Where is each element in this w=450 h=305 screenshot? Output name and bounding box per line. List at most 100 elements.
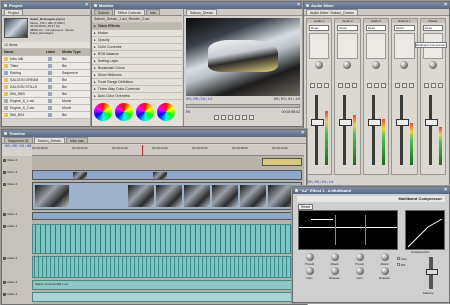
tab-source[interactable]: Source bbox=[94, 9, 114, 15]
project-item[interactable]: SALOON DREAM Bin bbox=[2, 77, 90, 84]
effect-row[interactable]: ▸ RGB Balance bbox=[92, 51, 182, 58]
track-header[interactable]: Audio 3 bbox=[3, 280, 31, 284]
band-knob[interactable] bbox=[305, 267, 314, 275]
band-knob[interactable] bbox=[355, 253, 364, 261]
disclosure-triangle-icon[interactable]: ▸ bbox=[94, 31, 96, 35]
effect-row[interactable]: ▸ Motion bbox=[92, 30, 182, 37]
record-button[interactable] bbox=[380, 83, 386, 88]
speaker-icon[interactable] bbox=[3, 224, 6, 228]
video-clip-v2[interactable] bbox=[32, 182, 302, 210]
zoom-select[interactable]: Fit bbox=[186, 110, 190, 114]
project-item[interactable]: Intro still Bin bbox=[2, 56, 90, 63]
band-knob[interactable] bbox=[330, 267, 339, 275]
close-icon[interactable]: × bbox=[444, 3, 447, 8]
solo-button[interactable] bbox=[430, 83, 436, 88]
video-clip-v1[interactable] bbox=[32, 212, 302, 220]
volume-fader-track[interactable] bbox=[400, 95, 404, 165]
column-name[interactable]: Name bbox=[4, 50, 44, 54]
send-select[interactable] bbox=[365, 33, 387, 59]
mute-button[interactable] bbox=[338, 83, 344, 88]
speaker-icon[interactable] bbox=[3, 256, 6, 260]
disclosure-triangle-icon[interactable]: ▸ bbox=[94, 87, 96, 91]
band-knob[interactable] bbox=[355, 267, 364, 275]
send-effect-label[interactable]: Multiband Compressor bbox=[414, 42, 447, 48]
eye-icon[interactable] bbox=[3, 182, 6, 186]
track-header[interactable]: Audio 4 bbox=[3, 292, 31, 296]
mute-button[interactable] bbox=[366, 83, 372, 88]
volume-fader-handle[interactable] bbox=[339, 119, 353, 126]
project-item[interactable]: Engine_6_2.avi Movie bbox=[2, 105, 90, 112]
safe-margins-button[interactable] bbox=[242, 115, 247, 120]
play-button[interactable] bbox=[221, 115, 226, 120]
ms-toggle[interactable]: MS bbox=[397, 263, 405, 267]
step-forward-button[interactable] bbox=[228, 115, 233, 120]
volume-fader-handle[interactable] bbox=[311, 119, 324, 126]
effect-row[interactable]: ▸ Color Corrector bbox=[92, 44, 182, 51]
project-item[interactable]: Racing Sequence bbox=[2, 70, 90, 77]
disclosure-triangle-icon[interactable]: ▸ bbox=[94, 59, 96, 63]
track-header[interactable]: Video 1 bbox=[3, 212, 31, 216]
speaker-icon[interactable] bbox=[3, 280, 6, 284]
project-item[interactable]: Titles Bin bbox=[2, 63, 90, 70]
pan-knob[interactable] bbox=[371, 61, 380, 69]
solo-button[interactable] bbox=[317, 83, 322, 88]
volume-fader-handle[interactable] bbox=[396, 119, 410, 126]
audio-clip-a2[interactable] bbox=[32, 256, 297, 278]
automation-mode-select[interactable]: Read bbox=[365, 25, 387, 31]
project-item[interactable]: SALOON STILLS Bin bbox=[2, 84, 90, 91]
band-knob[interactable] bbox=[380, 267, 389, 275]
automation-mode-select[interactable]: Read bbox=[309, 25, 330, 31]
mute-button[interactable] bbox=[310, 83, 315, 88]
audio-clip-a3[interactable]: Saloon Smooth Mid 1.avi bbox=[32, 280, 297, 290]
tab-audio-mixer[interactable]: Audio Mixer: Saloon_Dream bbox=[306, 9, 358, 15]
project-item[interactable]: Engine_6_1.avi Movie bbox=[2, 98, 90, 105]
effect-row[interactable]: ▸ Setting Layer bbox=[92, 58, 182, 65]
loop-button[interactable] bbox=[235, 115, 240, 120]
send-select[interactable] bbox=[394, 33, 415, 59]
record-button[interactable] bbox=[352, 83, 358, 88]
disclosure-triangle-icon[interactable]: ▸ bbox=[94, 66, 96, 70]
audio-clip-a1[interactable] bbox=[32, 224, 297, 254]
tab-saloon-dream[interactable]: Saloon_Dream bbox=[33, 137, 65, 143]
pan-knob[interactable] bbox=[315, 61, 323, 69]
effect-row[interactable]: ▸ Broadcast Colors bbox=[92, 65, 182, 72]
track-header[interactable]: Audio 2 bbox=[3, 256, 31, 260]
automation-mode-select[interactable]: Read bbox=[337, 25, 358, 31]
program-scrubber[interactable] bbox=[186, 104, 300, 108]
send-select[interactable] bbox=[337, 33, 358, 59]
band-graph[interactable] bbox=[298, 210, 398, 250]
effect-row[interactable]: ▸ Tonal Range Definition bbox=[92, 79, 182, 86]
column-media-type[interactable]: Media Type bbox=[62, 50, 81, 54]
record-button[interactable] bbox=[437, 83, 443, 88]
video-clip-title[interactable] bbox=[262, 158, 302, 166]
solo-button[interactable] bbox=[373, 83, 379, 88]
effect-row[interactable]: ▸ Auto Color Overview bbox=[92, 93, 182, 100]
export-frame-button[interactable] bbox=[249, 115, 254, 120]
volume-fader-track[interactable] bbox=[315, 95, 318, 165]
pan-knob[interactable] bbox=[343, 61, 352, 69]
speaker-icon[interactable] bbox=[3, 292, 6, 296]
makeup-fader[interactable] bbox=[426, 257, 438, 289]
disclosure-triangle-icon[interactable]: ▸ bbox=[94, 45, 96, 49]
disclosure-triangle-icon[interactable]: ▸ bbox=[94, 52, 96, 56]
effect-row[interactable]: ▸ Show Midtones bbox=[92, 72, 182, 79]
tab-sequence-01[interactable]: Sequence 01 bbox=[4, 137, 33, 143]
volume-fader-handle[interactable] bbox=[424, 119, 438, 126]
tab-effect-controls[interactable]: Effect Controls bbox=[114, 9, 145, 15]
volume-fader-track[interactable] bbox=[371, 95, 375, 165]
tab-project[interactable]: Project bbox=[4, 9, 23, 15]
pan-knob[interactable] bbox=[428, 61, 437, 69]
multiband-titlebar[interactable]: "A2" Effect 1 - A:Multiband × bbox=[293, 187, 449, 194]
program-timecode-current[interactable]: 00;00;34;14 bbox=[186, 98, 212, 102]
pan-knob[interactable] bbox=[400, 61, 409, 69]
color-wheel-master[interactable] bbox=[94, 103, 112, 121]
volume-fader-handle[interactable] bbox=[367, 119, 381, 126]
tab-intro-sub[interactable]: Intro sub bbox=[66, 137, 88, 143]
record-button[interactable] bbox=[324, 83, 329, 88]
eye-icon[interactable] bbox=[3, 212, 6, 216]
track-header[interactable]: Video 2 bbox=[3, 182, 31, 186]
effect-row[interactable]: ▸ Three-Way Color Corrector bbox=[92, 86, 182, 93]
project-titlebar[interactable]: Project × bbox=[2, 2, 90, 9]
color-wheel-highlights[interactable] bbox=[157, 103, 175, 121]
track-header[interactable]: Video 3 bbox=[3, 170, 31, 174]
